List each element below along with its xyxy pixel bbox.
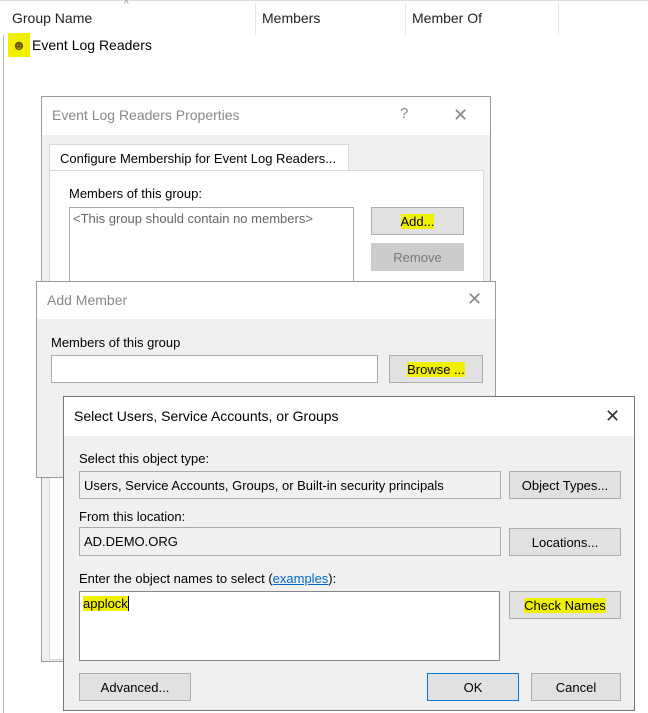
ok-button[interactable]: OK: [427, 673, 519, 701]
object-types-button[interactable]: Object Types...: [509, 471, 621, 499]
cancel-button[interactable]: Cancel: [531, 673, 621, 701]
group-name: Event Log Readers: [32, 37, 152, 53]
help-button[interactable]: ?: [400, 105, 408, 122]
members-input[interactable]: [51, 355, 378, 383]
column-member-of[interactable]: Member Of: [412, 10, 482, 26]
title-bar: Select Users, Service Accounts, or Group…: [64, 397, 634, 436]
select-users-dialog: Select Users, Service Accounts, or Group…: [63, 396, 635, 711]
members-label: Members of this group: [51, 335, 181, 350]
dialog-title: Select Users, Service Accounts, or Group…: [74, 408, 339, 424]
object-type-label: Select this object type:: [79, 451, 210, 466]
check-names-button[interactable]: Check Names: [509, 591, 621, 619]
add-button[interactable]: Add...: [371, 207, 464, 235]
dialog-title: Event Log Readers Properties: [52, 107, 240, 123]
object-names-input[interactable]: applock: [79, 591, 500, 661]
list-header: ^ Group Name Members Member Of: [0, 0, 648, 35]
list-item[interactable]: ☻ Event Log Readers: [8, 33, 152, 57]
object-type-field: Users, Service Accounts, Groups, or Buil…: [79, 471, 501, 499]
examples-link[interactable]: examples: [273, 571, 329, 586]
object-names-label: Enter the object names to select (exampl…: [79, 571, 337, 586]
column-members[interactable]: Members: [262, 10, 320, 26]
close-button[interactable]: ✕: [453, 105, 468, 126]
tab-membership[interactable]: Configure Membership for Event Log Reade…: [49, 144, 349, 171]
sort-ascending-icon: ^: [124, 0, 129, 10]
location-label: From this location:: [79, 509, 186, 524]
browse-button[interactable]: Browse ...: [389, 355, 483, 383]
advanced-button[interactable]: Advanced...: [79, 673, 191, 701]
remove-button: Remove: [371, 243, 464, 271]
title-bar: Event Log Readers Properties ? ✕: [42, 97, 490, 135]
members-label: Members of this group:: [69, 186, 202, 201]
title-bar: Add Member ✕: [37, 282, 495, 319]
location-field: AD.DEMO.ORG: [79, 527, 501, 556]
close-button[interactable]: ✕: [467, 289, 482, 310]
locations-button[interactable]: Locations...: [509, 528, 621, 556]
group-icon: ☻: [8, 33, 30, 57]
close-button[interactable]: ✕: [605, 406, 620, 427]
column-group-name[interactable]: Group Name: [12, 10, 92, 26]
dialog-title: Add Member: [47, 292, 128, 308]
